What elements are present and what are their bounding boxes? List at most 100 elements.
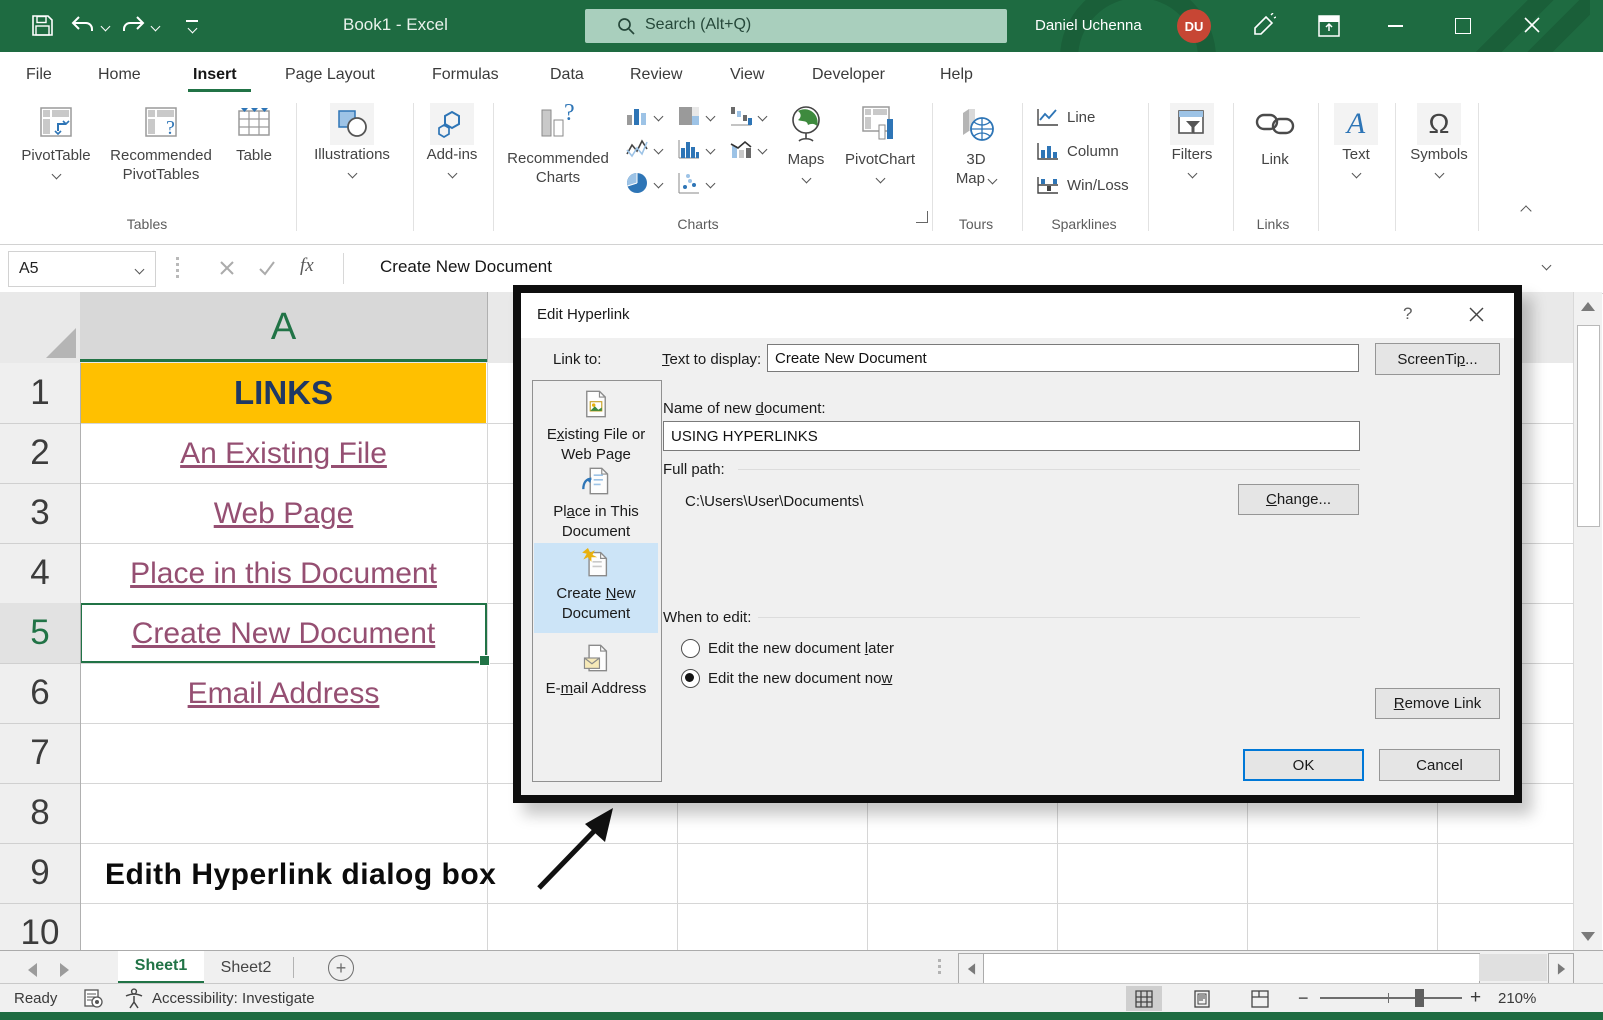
save-icon[interactable] [31, 14, 54, 37]
combo-chart-dropdown-icon[interactable] [758, 145, 768, 155]
row-header-5[interactable]: 5 [0, 603, 80, 664]
symbols-button[interactable]: Ω Symbols [1404, 103, 1474, 182]
recommended-charts-button[interactable]: ? Recommended Charts [505, 100, 611, 187]
sparkline-winloss-button[interactable]: Win/Loss [1036, 175, 1129, 195]
undo-icon[interactable] [70, 13, 96, 39]
tab-insert[interactable]: Insert [193, 66, 237, 84]
change-button[interactable]: Change... [1238, 484, 1359, 515]
search-box[interactable]: Search (Alt+Q) [585, 9, 1007, 43]
pivottable-button[interactable]: PivotTable [18, 103, 94, 183]
row-header-7[interactable]: 7 [0, 723, 80, 784]
screentip-button[interactable]: ScreenTip... [1375, 343, 1500, 375]
row-header-9[interactable]: 9 [0, 843, 80, 904]
pie-chart-icon[interactable] [625, 171, 649, 195]
linkto-existing-file[interactable]: Existing File or Web Page [534, 389, 658, 465]
tab-view[interactable]: View [730, 66, 764, 84]
tab-data[interactable]: Data [550, 66, 584, 84]
row-header-2[interactable]: 2 [0, 423, 80, 484]
tab-review[interactable]: Review [630, 66, 682, 84]
formula-content[interactable]: Create New Document [380, 257, 552, 277]
enter-entry-icon[interactable] [258, 260, 276, 276]
tab-scroll-splitter[interactable] [938, 959, 941, 977]
maximize-button[interactable] [1455, 18, 1471, 34]
redo-dropdown-icon[interactable] [151, 22, 161, 32]
table-button[interactable]: Table [228, 103, 280, 165]
expand-formula-bar-icon[interactable] [1542, 261, 1552, 271]
row-header-1[interactable]: 1 [0, 363, 80, 424]
normal-view-button[interactable] [1126, 986, 1162, 1011]
row-header-8[interactable]: 8 [0, 783, 80, 844]
sheet-tab-sheet1[interactable]: Sheet1 [118, 951, 204, 984]
tab-file[interactable]: File [26, 66, 52, 84]
line-chart-dropdown-icon[interactable] [654, 145, 664, 155]
row-header-4[interactable]: 4 [0, 543, 80, 604]
column-header-a[interactable]: A [80, 292, 488, 362]
line-chart-icon[interactable] [625, 138, 649, 160]
addins-button[interactable]: Add-ins [420, 103, 484, 182]
feedback-pen-icon[interactable] [1252, 13, 1276, 37]
user-name[interactable]: Daniel Uchenna [1035, 17, 1142, 34]
vertical-scrollbar-thumb[interactable] [1577, 325, 1600, 527]
link-button[interactable]: Link [1243, 103, 1307, 169]
horizontal-scrollbar-track[interactable] [1479, 954, 1547, 981]
select-all-corner[interactable] [0, 292, 81, 362]
zoom-in-button[interactable]: + [1470, 987, 1481, 1009]
3d-map-button[interactable]: 3D Map [942, 103, 1010, 188]
sheet-tab-sheet2[interactable]: Sheet2 [204, 951, 288, 984]
edit-later-label[interactable]: Edit the new document later [708, 640, 894, 657]
page-layout-view-button[interactable] [1184, 986, 1220, 1011]
tab-help[interactable]: Help [940, 66, 973, 84]
waterfall-chart-dropdown-icon[interactable] [758, 112, 768, 122]
name-box[interactable]: A5 [8, 251, 156, 287]
scroll-down-button[interactable] [1574, 922, 1602, 950]
scatter-chart-dropdown-icon[interactable] [706, 179, 716, 189]
hscroll-right-button[interactable] [1548, 953, 1574, 984]
new-sheet-button[interactable]: + [328, 955, 354, 981]
hierarchy-chart-dropdown-icon[interactable] [706, 112, 716, 122]
cell-a1[interactable]: LINKS [81, 363, 486, 423]
pie-chart-dropdown-icon[interactable] [654, 179, 664, 189]
waterfall-chart-icon[interactable] [729, 105, 753, 127]
avatar[interactable]: DU [1177, 9, 1211, 43]
tab-page-layout[interactable]: Page Layout [285, 66, 375, 84]
vertical-scrollbar[interactable] [1573, 292, 1602, 950]
redo-icon[interactable] [120, 13, 146, 39]
cell-a3[interactable]: Web Page [81, 484, 486, 544]
scroll-up-button[interactable] [1574, 292, 1602, 320]
next-sheet-button[interactable] [60, 963, 69, 977]
zoom-level[interactable]: 210% [1498, 990, 1536, 1007]
accessibility-status[interactable]: Accessibility: Investigate [152, 990, 315, 1007]
combo-chart-icon[interactable] [729, 138, 753, 160]
histogram-chart-icon[interactable] [677, 138, 701, 160]
cell-a6[interactable]: Email Address [81, 664, 486, 724]
sparkline-line-button[interactable]: Line [1036, 107, 1095, 127]
minimize-button[interactable] [1388, 25, 1403, 27]
text-button[interactable]: A Text [1327, 103, 1385, 182]
recommended-pivottables-button[interactable]: ? Recommended PivotTables [100, 103, 222, 184]
edit-now-radio[interactable] [681, 669, 700, 688]
tab-home[interactable]: Home [98, 66, 141, 84]
histogram-chart-dropdown-icon[interactable] [706, 145, 716, 155]
dialog-help-icon[interactable]: ? [1403, 304, 1412, 324]
illustrations-button[interactable]: Illustrations [307, 103, 397, 182]
insert-function-icon[interactable]: fx [300, 255, 314, 277]
ribbon-display-options-icon[interactable] [1318, 15, 1340, 37]
maps-button[interactable]: Maps [778, 103, 834, 187]
dialog-title-bar[interactable]: Edit Hyperlink ? [521, 293, 1514, 338]
customize-qat-icon[interactable] [186, 20, 198, 22]
hscroll-left-button[interactable] [958, 953, 984, 984]
pivotchart-button[interactable]: PivotChart [838, 103, 922, 187]
cell-a4[interactable]: Place in this Document [81, 544, 486, 604]
page-break-view-button[interactable] [1242, 986, 1278, 1011]
linkto-email-address[interactable]: E-mail Address [534, 643, 658, 699]
fill-handle[interactable] [479, 655, 490, 666]
cell-a2[interactable]: An Existing File [81, 424, 486, 484]
linkto-place-in-document[interactable]: Place in This Document [534, 466, 658, 542]
filters-button[interactable]: Filters [1160, 103, 1224, 182]
undo-dropdown-icon[interactable] [101, 22, 111, 32]
hierarchy-chart-icon[interactable] [677, 105, 701, 127]
dialog-close-icon[interactable] [1469, 307, 1484, 322]
customize-qat-chevron-icon[interactable] [188, 24, 198, 34]
zoom-out-button[interactable]: − [1298, 988, 1309, 1009]
column-chart-icon[interactable] [625, 105, 649, 127]
